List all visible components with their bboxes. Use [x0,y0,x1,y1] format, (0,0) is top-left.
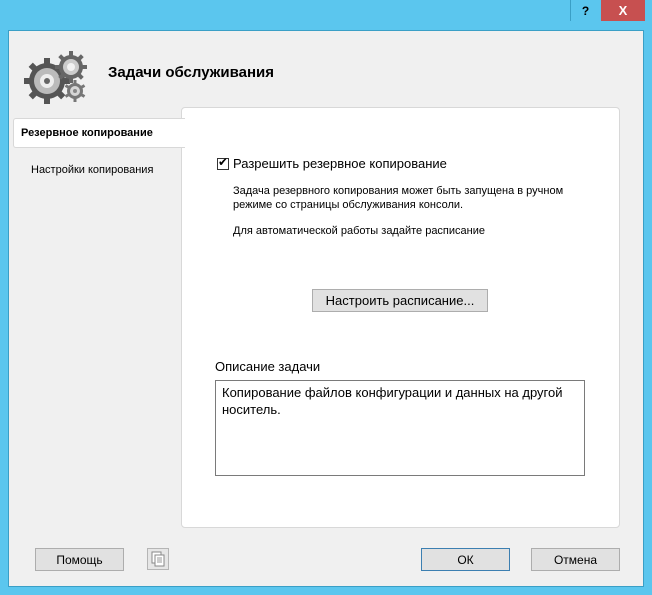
cancel-button[interactable]: Отмена [531,548,620,571]
description-label: Описание задачи [215,359,321,374]
description-textbox[interactable]: Копирование файлов конфигурации и данных… [215,380,585,476]
configure-schedule-button[interactable]: Настроить расписание... [312,289,488,312]
enable-backup-checkbox[interactable]: Разрешить резервное копирование [217,155,447,171]
close-button[interactable]: X [601,0,645,21]
help-button[interactable]: Помощь [35,548,124,571]
info-text-line2: режиме со страницы обслуживания консоли. [233,199,464,211]
title-bar: ? X [0,0,652,28]
sidebar-item-backup[interactable]: Резервное копирование [13,118,185,148]
enable-backup-label: Разрешить резервное копирование [233,156,447,171]
document-icon[interactable] [147,548,169,570]
close-icon: X [618,3,628,18]
dialog-client: Задачи обслуживания Резервное копировани… [8,30,644,587]
help-title-button[interactable]: ? [570,0,600,21]
ok-button[interactable]: ОК [421,548,510,571]
backup-panel: Разрешить резервное копирование Задача р… [181,107,620,528]
page-title: Задачи обслуживания [108,64,275,81]
info-text-line1: Задача резервного копирования может быть… [233,185,564,197]
dialog-window: ? X Задачи обслуживания Резервное копиро… [0,0,652,595]
sidebar-item-backup-settings[interactable]: Настройки копирования [31,155,183,185]
info-text-line3: Для автоматической работы задайте распис… [233,225,485,237]
gears-icon [21,41,91,107]
checkbox-checked-icon[interactable] [217,155,229,170]
